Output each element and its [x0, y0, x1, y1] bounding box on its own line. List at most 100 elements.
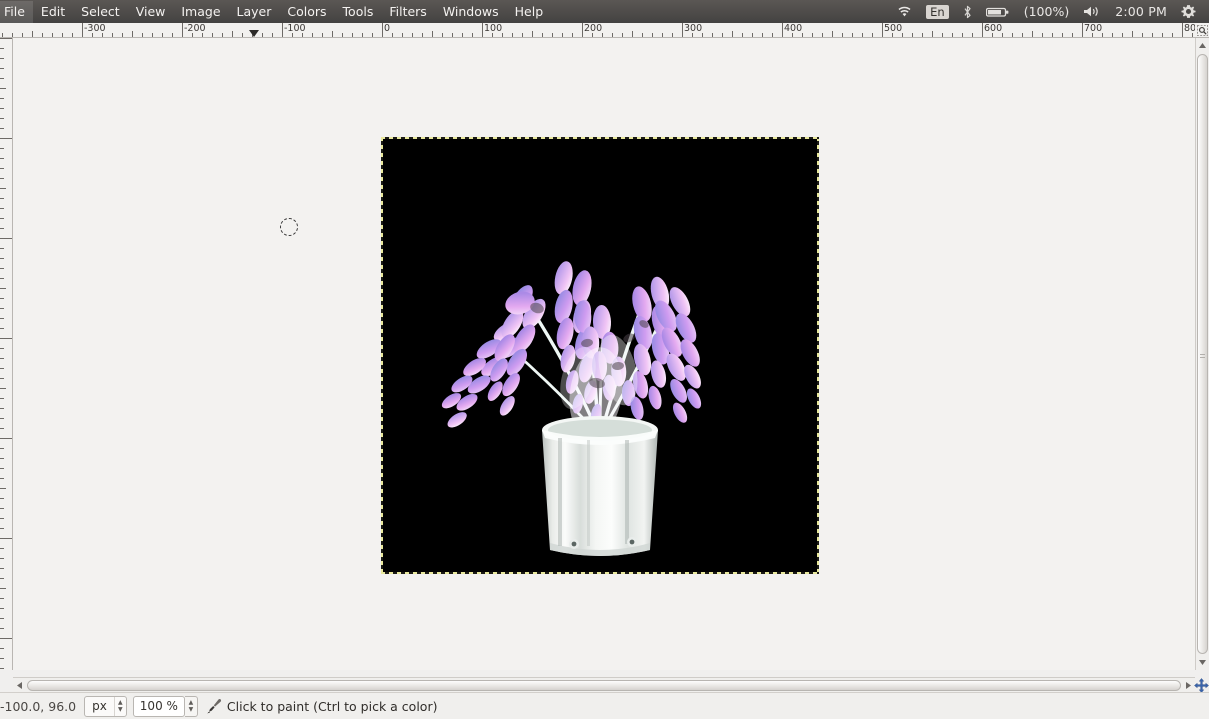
brush-circle-cursor: [280, 218, 298, 236]
ruler-tick: [0, 468, 4, 469]
spinner-up-icon[interactable]: ▲: [118, 699, 123, 706]
ruler-tick: [1092, 33, 1093, 37]
ruler-tick: [0, 418, 4, 419]
ruler-tick: [372, 33, 373, 37]
menu-filters[interactable]: Filters: [381, 1, 434, 23]
ruler-tick: [562, 33, 563, 37]
ruler-tick: [0, 648, 4, 649]
triangle-down-icon[interactable]: [1196, 655, 1209, 670]
zoom-input[interactable]: 100 %: [132, 695, 185, 717]
ruler-tick: [572, 33, 573, 37]
ruler-tick: [0, 138, 12, 139]
menu-help[interactable]: Help: [507, 1, 552, 23]
spinner-down-icon[interactable]: ▼: [118, 706, 123, 713]
ruler-tick: [472, 33, 473, 37]
ruler-tick: [0, 348, 4, 349]
ruler-tick: [892, 33, 893, 37]
ruler-tick: [632, 31, 633, 37]
ruler-tick: [0, 158, 4, 159]
ruler-tick: [0, 308, 4, 309]
ruler-tick: [512, 33, 513, 37]
ruler-tick: [112, 33, 113, 37]
ruler-tick: [0, 318, 4, 319]
ruler-tick: [0, 568, 4, 569]
ruler-tick: [962, 33, 963, 37]
status-message: Click to paint (Ctrl to pick a color): [226, 698, 438, 714]
ruler-tick: [2, 33, 3, 37]
gear-icon[interactable]: [1174, 0, 1203, 23]
ruler-tick: [772, 33, 773, 37]
system-clock[interactable]: 2:00 PM: [1108, 0, 1174, 23]
horizontal-scrollbar[interactable]: [13, 677, 1195, 692]
ruler-tick: [272, 33, 273, 37]
menu-view[interactable]: View: [128, 1, 174, 23]
menu-tools[interactable]: Tools: [335, 1, 382, 23]
triangle-up-icon[interactable]: [1196, 38, 1209, 53]
menu-file[interactable]: File: [0, 0, 33, 23]
vertical-ruler[interactable]: [0, 38, 13, 670]
zoom-spinner[interactable]: ▲ ▼: [184, 695, 198, 717]
ruler-tick: [0, 388, 6, 389]
menu-image[interactable]: Image: [173, 1, 228, 23]
ruler-tick: [322, 33, 323, 37]
menu-select[interactable]: Select: [73, 1, 128, 23]
ruler-tick: [922, 33, 923, 37]
keyboard-layout-indicator[interactable]: En: [919, 0, 956, 23]
wifi-icon[interactable]: [890, 0, 919, 23]
menu-layer[interactable]: Layer: [229, 1, 280, 23]
ruler-tick: [952, 33, 953, 37]
spinner-up-icon[interactable]: ▲: [189, 699, 194, 706]
ruler-tick: [752, 33, 753, 37]
volume-icon[interactable]: [1076, 0, 1108, 23]
battery-percentage-label: (100%): [1023, 4, 1070, 19]
triangle-left-icon[interactable]: [13, 678, 26, 693]
ruler-tick: [702, 33, 703, 37]
ruler-tick: [912, 33, 913, 37]
horizontal-scrollbar-thumb[interactable]: [27, 679, 1181, 691]
ruler-tick: [652, 33, 653, 37]
zoom-control[interactable]: 100 % ▲ ▼: [132, 695, 198, 717]
keyboard-layout-label: En: [926, 4, 949, 19]
unit-selector-spinner[interactable]: ▲ ▼: [113, 696, 126, 716]
ruler-tick: [52, 33, 53, 37]
ruler-tick: [0, 148, 4, 149]
ruler-tick: [422, 33, 423, 37]
status-bar: -100.0, 96.0 px ▲ ▼ 100 % ▲ ▼ Click to p…: [0, 692, 1209, 719]
horizontal-ruler[interactable]: -300-200-1000100200300400500600700800: [0, 23, 1195, 38]
battery-charging-icon[interactable]: [979, 0, 1017, 23]
ruler-tick: [0, 448, 4, 449]
vertical-scrollbar[interactable]: [1195, 38, 1209, 670]
menu-windows[interactable]: Windows: [435, 1, 507, 23]
ruler-tick: [0, 268, 4, 269]
menu-edit[interactable]: Edit: [33, 1, 73, 23]
ruler-tick: [0, 488, 6, 489]
inverted-plant-artwork: [382, 138, 818, 573]
ruler-tick: [552, 33, 553, 37]
ruler-tick: [362, 33, 363, 37]
ruler-tick: [1132, 31, 1133, 37]
canvas-viewport[interactable]: [13, 38, 1195, 670]
ruler-tick: [592, 33, 593, 37]
ruler-tick: [0, 298, 4, 299]
ruler-tick: [642, 33, 643, 37]
ruler-tick: [152, 33, 153, 37]
unit-selector[interactable]: px ▲ ▼: [84, 695, 127, 717]
bluetooth-icon[interactable]: [956, 0, 979, 23]
zoom-region-icon[interactable]: [1195, 23, 1209, 38]
ruler-tick: [62, 33, 63, 37]
ruler-tick: [1072, 33, 1073, 37]
menu-colors[interactable]: Colors: [279, 1, 334, 23]
ruler-tick: [102, 33, 103, 37]
status-message-area: Click to paint (Ctrl to pick a color): [206, 698, 438, 714]
ruler-tick: [0, 628, 4, 629]
paintbrush-icon: [206, 698, 222, 714]
ruler-tick: [0, 118, 4, 119]
vertical-scrollbar-thumb[interactable]: [1197, 54, 1208, 654]
spinner-down-icon[interactable]: ▼: [189, 706, 194, 713]
ruler-tick: [822, 33, 823, 37]
ruler-tick: [842, 33, 843, 37]
ruler-tick: [932, 31, 933, 37]
image-canvas[interactable]: [381, 137, 819, 574]
ruler-tick: [0, 38, 12, 39]
ruler-tick: [0, 228, 4, 229]
